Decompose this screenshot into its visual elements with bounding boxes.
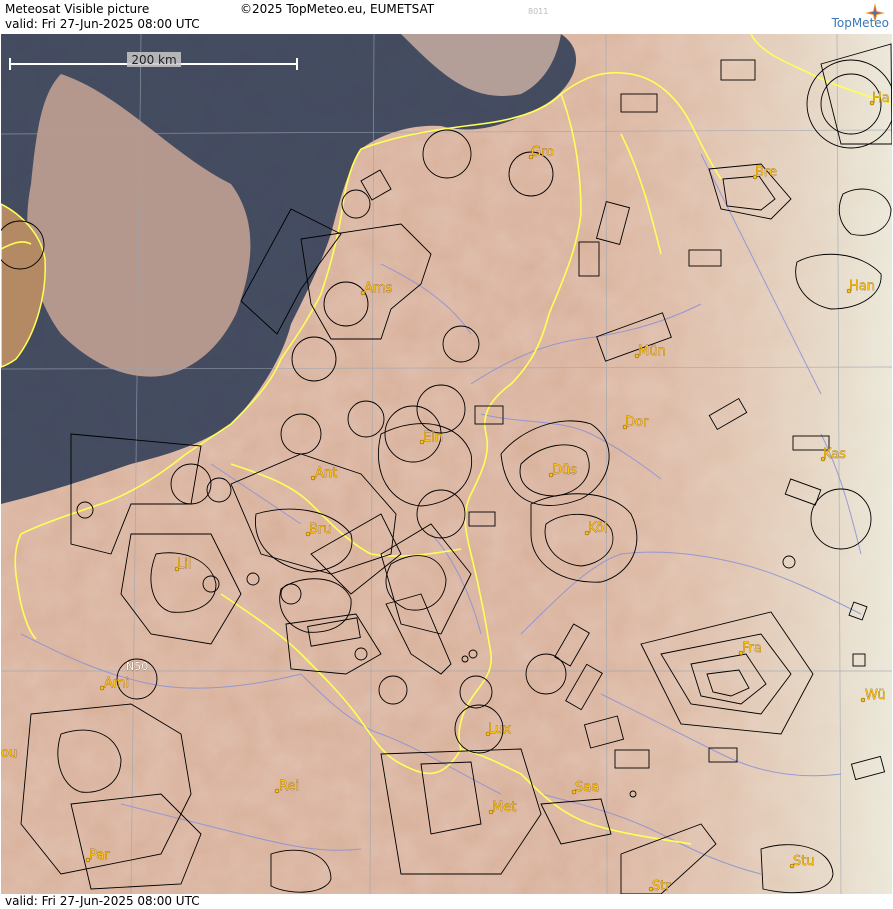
city-label-kol[interactable]: Köl [588,521,608,536]
city-marker[interactable]: Lux [485,722,512,737]
city-marker[interactable]: Ant [310,466,338,481]
city-label-bru[interactable]: Bru [309,522,332,537]
city-marker[interactable]: Ha [869,91,890,106]
city-label-par[interactable]: Par [89,848,111,863]
city-label-kas[interactable]: Kas [823,447,847,462]
city-label-rei[interactable]: Rei [279,779,299,794]
city-marker[interactable]: Str [648,879,672,894]
city-label-stu[interactable]: Stu [793,854,815,869]
satellite-map[interactable]: 200 km Gro Bre Ha Ams Han Mün Dor Ein Ka… [1,34,892,894]
city-marker[interactable]: Rei [274,779,299,794]
city-marker[interactable]: Kas [820,447,847,462]
city-label-fra[interactable]: Fra [742,641,762,656]
city-marker[interactable]: Ein [419,430,443,445]
city-label-dus[interactable]: Düs [552,463,578,478]
city-marker[interactable]: Wü [860,688,886,703]
brand-name: TopMeteo [831,16,889,30]
city-marker[interactable]: Dor [622,415,649,430]
city-marker[interactable]: ou [1,746,17,761]
city-marker[interactable]: Bru [305,522,332,537]
latitude-label-n50: N50 [126,660,148,673]
city-label-lux[interactable]: Lux [488,722,512,737]
city-marker[interactable]: Ams [360,281,393,296]
city-label-bre[interactable]: Bre [755,165,777,180]
city-marker[interactable]: Köl [584,521,608,536]
city-marker[interactable]: Saa [571,780,600,795]
city-marker[interactable]: Stu [789,854,815,869]
city-label-ant[interactable]: Ant [315,466,338,481]
city-label-wu[interactable]: Wü [865,688,886,703]
footer-bar: valid: Fri 27-Jun-2025 08:00 UTC [0,894,893,909]
valid-time-top: valid: Fri 27-Jun-2025 08:00 UTC [5,17,200,31]
city-marker[interactable]: Met [488,800,517,815]
city-label-ein[interactable]: Ein [423,430,443,445]
city-label-str[interactable]: Str [652,879,672,894]
city-marker[interactable]: Lil [174,557,192,572]
header-bar: Meteosat Visible picture ©2025 TopMeteo.… [0,0,893,34]
city-label-gro[interactable]: Gro [531,145,555,160]
map-frame: Meteosat Visible picture ©2025 TopMeteo.… [0,0,893,909]
satellite-map-canvas: 200 km Gro Bre Ha Ams Han Mün Dor Ein Ka… [1,34,892,894]
city-label-han[interactable]: Han [849,279,875,294]
city-label-mun[interactable]: Mün [638,344,666,359]
grid-label: N50 [126,660,149,673]
city-marker[interactable]: Ami [99,676,130,691]
valid-time-bottom: valid: Fri 27-Jun-2025 08:00 UTC [5,894,200,908]
product-code: 8011 [528,7,549,16]
city-marker[interactable]: Gro [528,145,555,160]
city-marker[interactable]: Düs [548,463,578,478]
city-label-ami[interactable]: Ami [104,676,130,691]
city-label-ams[interactable]: Ams [364,281,393,296]
city-label-lil[interactable]: Lil [177,557,192,572]
city-marker[interactable]: Mün [634,344,666,359]
scale-bar-label: 200 km [131,53,176,67]
city-marker[interactable]: Bre [752,165,777,180]
city-marker[interactable]: Par [85,848,111,863]
city-label-met[interactable]: Met [492,800,517,815]
city-marker[interactable]: Han [846,279,875,294]
city-label-dor[interactable]: Dor [625,415,649,430]
city-marker[interactable]: Fra [738,641,762,656]
city-label-ha[interactable]: Ha [872,91,890,106]
city-label-ou[interactable]: ou [1,746,17,761]
city-label-saa[interactable]: Saa [575,780,600,795]
product-title: Meteosat Visible picture [5,2,150,16]
bright-cloud-east [561,34,892,894]
copyright-notice: ©2025 TopMeteo.eu, EUMETSAT [240,2,435,16]
